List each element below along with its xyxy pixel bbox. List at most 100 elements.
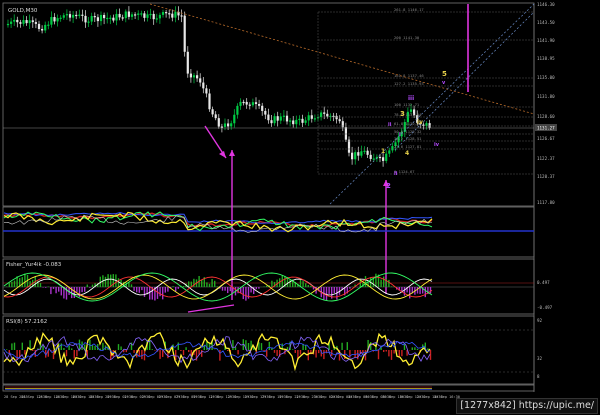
fisher-bar	[149, 287, 151, 300]
candle-body	[363, 150, 366, 152]
rsi-bar	[383, 350, 385, 352]
rsi-scale-label: 92	[537, 318, 543, 323]
rsi-bar	[294, 350, 296, 353]
candle-body	[285, 115, 289, 122]
rsi-bar	[403, 344, 406, 350]
wave-label: 1	[381, 148, 385, 155]
rsi-bar	[65, 350, 68, 357]
candle-body	[264, 110, 267, 115]
candle-body	[25, 20, 28, 24]
rsi-bar	[427, 348, 429, 350]
candle-body	[96, 17, 99, 22]
candle-body	[211, 109, 214, 115]
candle-body	[161, 12, 165, 15]
rsi-bar	[182, 350, 185, 356]
fisher-bar	[424, 287, 426, 298]
candle-body	[372, 158, 375, 160]
wave-label: 4	[405, 150, 409, 157]
rsi-bar	[63, 348, 65, 350]
candle-body	[357, 152, 360, 156]
rsi-bar	[68, 345, 70, 350]
fisher-bar	[130, 284, 133, 287]
candle-body	[137, 13, 140, 15]
candle-body	[37, 23, 41, 29]
fisher-bar	[143, 287, 146, 297]
indicator3-title: RSI(8) 57.2162	[6, 319, 47, 325]
candle-body	[189, 73, 192, 78]
candle-body	[341, 121, 344, 128]
fisher-bar	[409, 287, 411, 299]
fisher-bar	[250, 287, 252, 293]
candle-body	[310, 115, 313, 119]
rsi-bar	[125, 350, 127, 353]
price-scale-label: 1143.50	[537, 20, 555, 25]
fisher-bar	[255, 287, 257, 290]
trading-chart[interactable]: 261.8 1146.17200 1141.30161.8 1137.46127…	[0, 0, 600, 415]
candle-body	[245, 101, 248, 105]
candle-body	[338, 119, 341, 122]
rsi-bar	[219, 350, 221, 361]
rsi-bar	[377, 350, 380, 360]
fisher-bar	[133, 287, 135, 291]
fisher-bar	[325, 287, 328, 301]
fisher-bar	[390, 286, 393, 287]
candle-body	[230, 123, 233, 127]
wave-label: ii	[394, 171, 398, 177]
candle-body	[65, 14, 68, 16]
candle-body	[34, 22, 37, 24]
fisher-bar	[206, 282, 208, 287]
rsi-bar	[273, 350, 276, 353]
fisher-bar	[224, 287, 226, 291]
candle-body	[84, 15, 87, 23]
candle-body	[124, 11, 127, 19]
candle-body	[214, 114, 217, 119]
candle-body	[251, 102, 254, 106]
candle-body	[44, 24, 47, 31]
rsi-bar	[411, 347, 413, 350]
candle-body	[186, 51, 189, 74]
price-scale-label: 1135.00	[537, 75, 555, 80]
rsi-bar	[24, 350, 26, 355]
fisher-bar	[188, 281, 190, 287]
candle-body	[103, 14, 106, 19]
fisher-bar	[182, 286, 185, 287]
rsi-bar	[401, 350, 403, 357]
rsi-bar	[370, 342, 372, 350]
fisher-bar	[104, 276, 107, 287]
candle-body	[199, 78, 202, 83]
fisher-bar	[21, 277, 23, 287]
candle-body	[81, 14, 84, 16]
fisher-scale-label: -0.497	[537, 305, 553, 310]
rsi-bar	[385, 350, 387, 352]
candle-body	[168, 13, 171, 15]
rsi-scale-label: 32	[537, 356, 543, 361]
candle-body	[152, 13, 155, 20]
indicator2-title: Fisher_Yur4ik -0.083	[6, 262, 62, 268]
indicator1-panel[interactable]	[2, 206, 535, 258]
fisher-bar	[208, 283, 211, 287]
candle-body	[289, 120, 292, 122]
rsi-bar	[16, 350, 18, 360]
price-scale-label: 1122.37	[537, 156, 555, 161]
fisher-bar	[383, 276, 385, 287]
main-chart-panel[interactable]	[2, 2, 535, 207]
candle-body	[143, 13, 146, 18]
rsi-bar	[315, 350, 317, 358]
fisher-bar	[138, 287, 140, 293]
fisher-bar	[364, 276, 367, 287]
candle-body	[192, 75, 196, 78]
candle-body	[276, 116, 279, 121]
candle-body	[205, 88, 208, 94]
rsi-bar	[388, 350, 390, 357]
candle-body	[78, 14, 81, 16]
fisher-bar	[266, 285, 268, 287]
rsi-bar	[73, 350, 75, 359]
candle-body	[47, 24, 50, 26]
candle-body	[134, 14, 137, 16]
fisher-bar	[11, 281, 13, 287]
rsi-bar	[42, 345, 44, 350]
candle-body	[320, 112, 323, 118]
candle-body	[248, 104, 251, 106]
candle-body	[22, 20, 25, 24]
candle-body	[428, 123, 431, 128]
